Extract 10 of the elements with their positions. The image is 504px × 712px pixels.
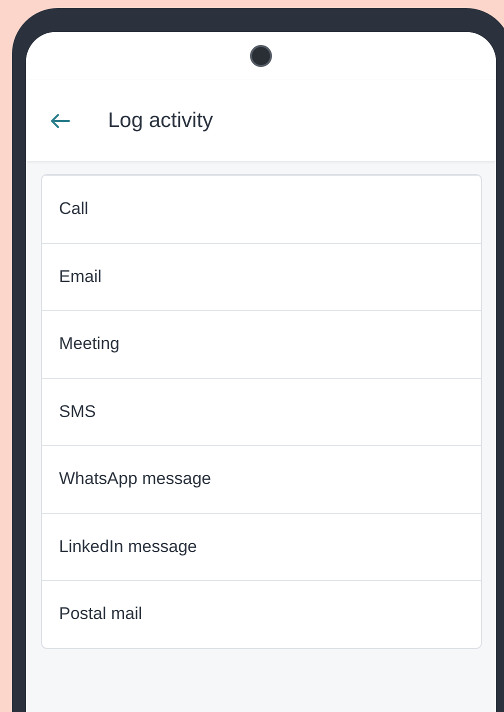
front-camera-icon [250, 45, 272, 67]
back-arrow-icon [50, 112, 70, 128]
activity-type-item[interactable]: Postal mail [42, 580, 481, 648]
activity-type-item[interactable]: WhatsApp message [42, 445, 481, 512]
activity-type-item[interactable]: SMS [42, 378, 481, 445]
activity-type-item[interactable]: LinkedIn message [42, 512, 481, 580]
activity-type-item[interactable]: Meeting [42, 310, 481, 378]
activity-type-item[interactable]: Email [42, 242, 481, 310]
activity-type-item[interactable]: Call [42, 175, 481, 242]
page-title: Log activity [108, 108, 214, 132]
